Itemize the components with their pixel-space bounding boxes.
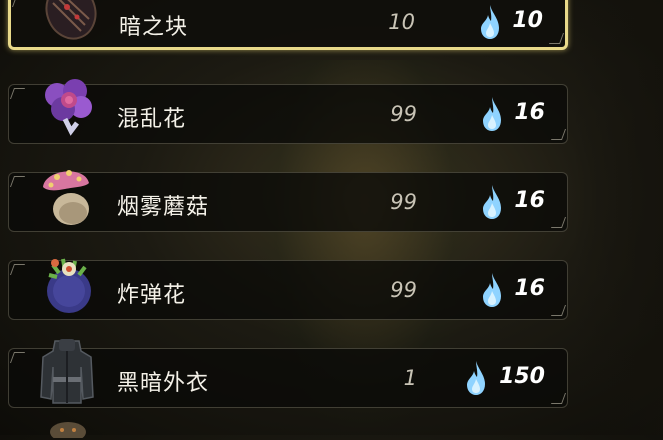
row-corner-decoration <box>550 217 567 228</box>
row-corner-decoration <box>548 33 565 44</box>
next-item-icon-partial <box>50 422 86 438</box>
shop-item-list: 暗之块 10 10 混乱花 99 16 烟雾蘑菇 99 16 炸弹花 99 16… <box>0 0 663 438</box>
item-quantity: 10 <box>388 10 415 34</box>
shop-item-row-dark-lump[interactable]: 暗之块 10 10 <box>8 0 568 50</box>
item-price: 16 <box>514 188 545 213</box>
shop-item-row-smoke-shroom[interactable]: 烟雾蘑菇 99 16 <box>8 170 568 232</box>
row-corner-decoration <box>550 393 567 404</box>
item-name: 暗之块 <box>119 15 189 40</box>
item-price: 10 <box>512 8 543 33</box>
shop-item-row-muddle-bud[interactable]: 混乱花 99 16 <box>8 79 568 144</box>
row-corner-decoration <box>9 352 26 363</box>
item-price: 16 <box>514 100 545 125</box>
item-quantity: 1 <box>403 366 417 390</box>
row-corner-decoration <box>550 305 567 316</box>
row-corner-decoration <box>9 88 26 99</box>
smoke-shroom-icon <box>43 170 89 225</box>
item-quantity: 99 <box>390 190 417 214</box>
item-name: 烟雾蘑菇 <box>117 195 210 220</box>
item-price: 150 <box>499 364 545 389</box>
item-name: 黑暗外衣 <box>117 371 210 396</box>
item-quantity: 99 <box>390 278 417 302</box>
item-quantity: 99 <box>390 102 417 126</box>
shop-item-row-dark-tunic[interactable]: 黑暗外衣 1 150 <box>8 339 568 408</box>
spirit-flame-icon <box>467 361 485 395</box>
bomb-flower-icon <box>47 258 91 313</box>
dark-tunic-icon <box>40 339 94 404</box>
item-price: 16 <box>514 276 545 301</box>
row-corner-decoration <box>11 0 28 7</box>
item-name: 炸弹花 <box>117 283 187 308</box>
dark-lump-icon <box>45 0 97 40</box>
shop-item-row-bomb-flower[interactable]: 炸弹花 99 16 <box>8 258 568 320</box>
row-corner-decoration <box>550 129 567 140</box>
row-corner-decoration <box>9 264 26 275</box>
muddle-bud-icon <box>45 79 92 136</box>
row-corner-decoration <box>9 176 26 187</box>
item-name: 混乱花 <box>117 107 187 132</box>
